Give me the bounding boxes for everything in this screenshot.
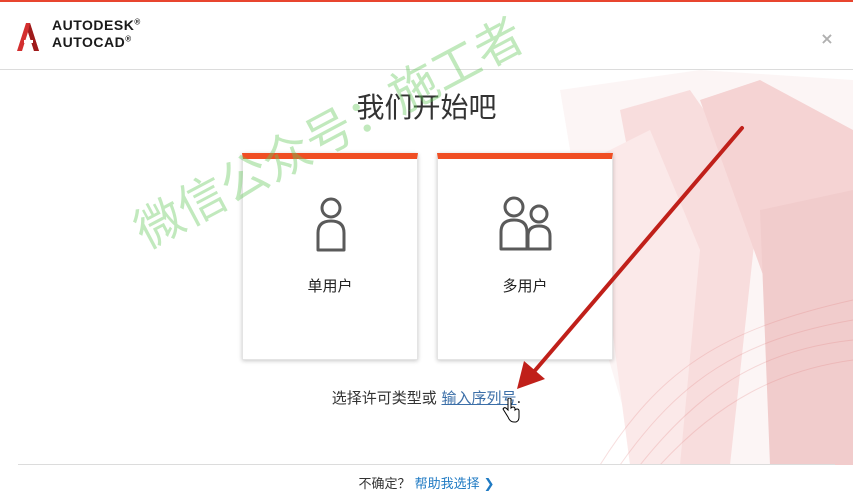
- close-button[interactable]: ×: [818, 30, 836, 48]
- footer-help: 不确定？ 帮助我选择 ❯: [18, 473, 835, 492]
- multi-user-label: 多用户: [502, 277, 548, 295]
- single-user-icon: [316, 197, 346, 252]
- brand-autocad: AUTOCAD®: [52, 34, 132, 50]
- help-me-choose-link[interactable]: 帮助我选择: [415, 477, 480, 492]
- autocad-logo-icon: [17, 23, 39, 51]
- single-user-card[interactable]: 单用户: [242, 153, 418, 360]
- single-user-label: 单用户: [307, 277, 353, 295]
- hand-pointer-icon: [502, 398, 520, 423]
- prompt-text: 选择许可类型或: [331, 389, 442, 407]
- brand-autodesk: AUTODESK®: [52, 17, 141, 33]
- chevron-right-icon: ❯: [483, 477, 495, 492]
- multi-user-card[interactable]: 多用户: [437, 153, 613, 360]
- header: AUTODESK® AUTOCAD® ×: [0, 2, 853, 70]
- multi-user-icon: [499, 196, 552, 251]
- footer-question: 不确定？: [358, 477, 411, 492]
- license-prompt: 选择许可类型或 输入序列号.: [0, 387, 853, 408]
- page-title: 我们开始吧: [356, 91, 497, 124]
- footer: 不确定？ 帮助我选择 ❯: [18, 464, 835, 492]
